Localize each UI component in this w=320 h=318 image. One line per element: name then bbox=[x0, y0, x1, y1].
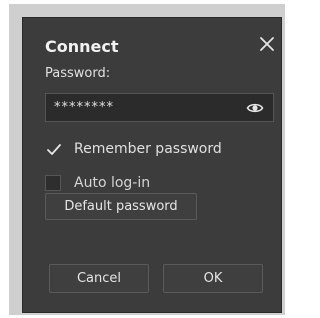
remember-password-label: Remember password bbox=[74, 141, 222, 157]
connect-dialog: Connect Password: ******** Remember pass… bbox=[22, 17, 282, 313]
close-icon[interactable] bbox=[258, 35, 276, 53]
remember-password-option[interactable]: Remember password bbox=[45, 139, 222, 159]
checkmark-icon bbox=[47, 144, 61, 155]
ok-button[interactable]: OK bbox=[163, 264, 263, 293]
default-password-button[interactable]: Default password bbox=[45, 193, 197, 220]
password-label: Password: bbox=[45, 66, 111, 81]
password-field[interactable]: ******** bbox=[45, 93, 274, 122]
auto-login-checkbox[interactable] bbox=[45, 175, 61, 191]
dialog-title: Connect bbox=[45, 37, 119, 56]
cancel-button[interactable]: Cancel bbox=[49, 264, 149, 293]
remember-password-checkbox[interactable] bbox=[45, 141, 61, 157]
password-value: ******** bbox=[54, 100, 114, 115]
auto-login-label: Auto log-in bbox=[74, 175, 151, 191]
auto-login-option[interactable]: Auto log-in bbox=[45, 173, 150, 193]
eye-icon[interactable] bbox=[246, 100, 264, 116]
